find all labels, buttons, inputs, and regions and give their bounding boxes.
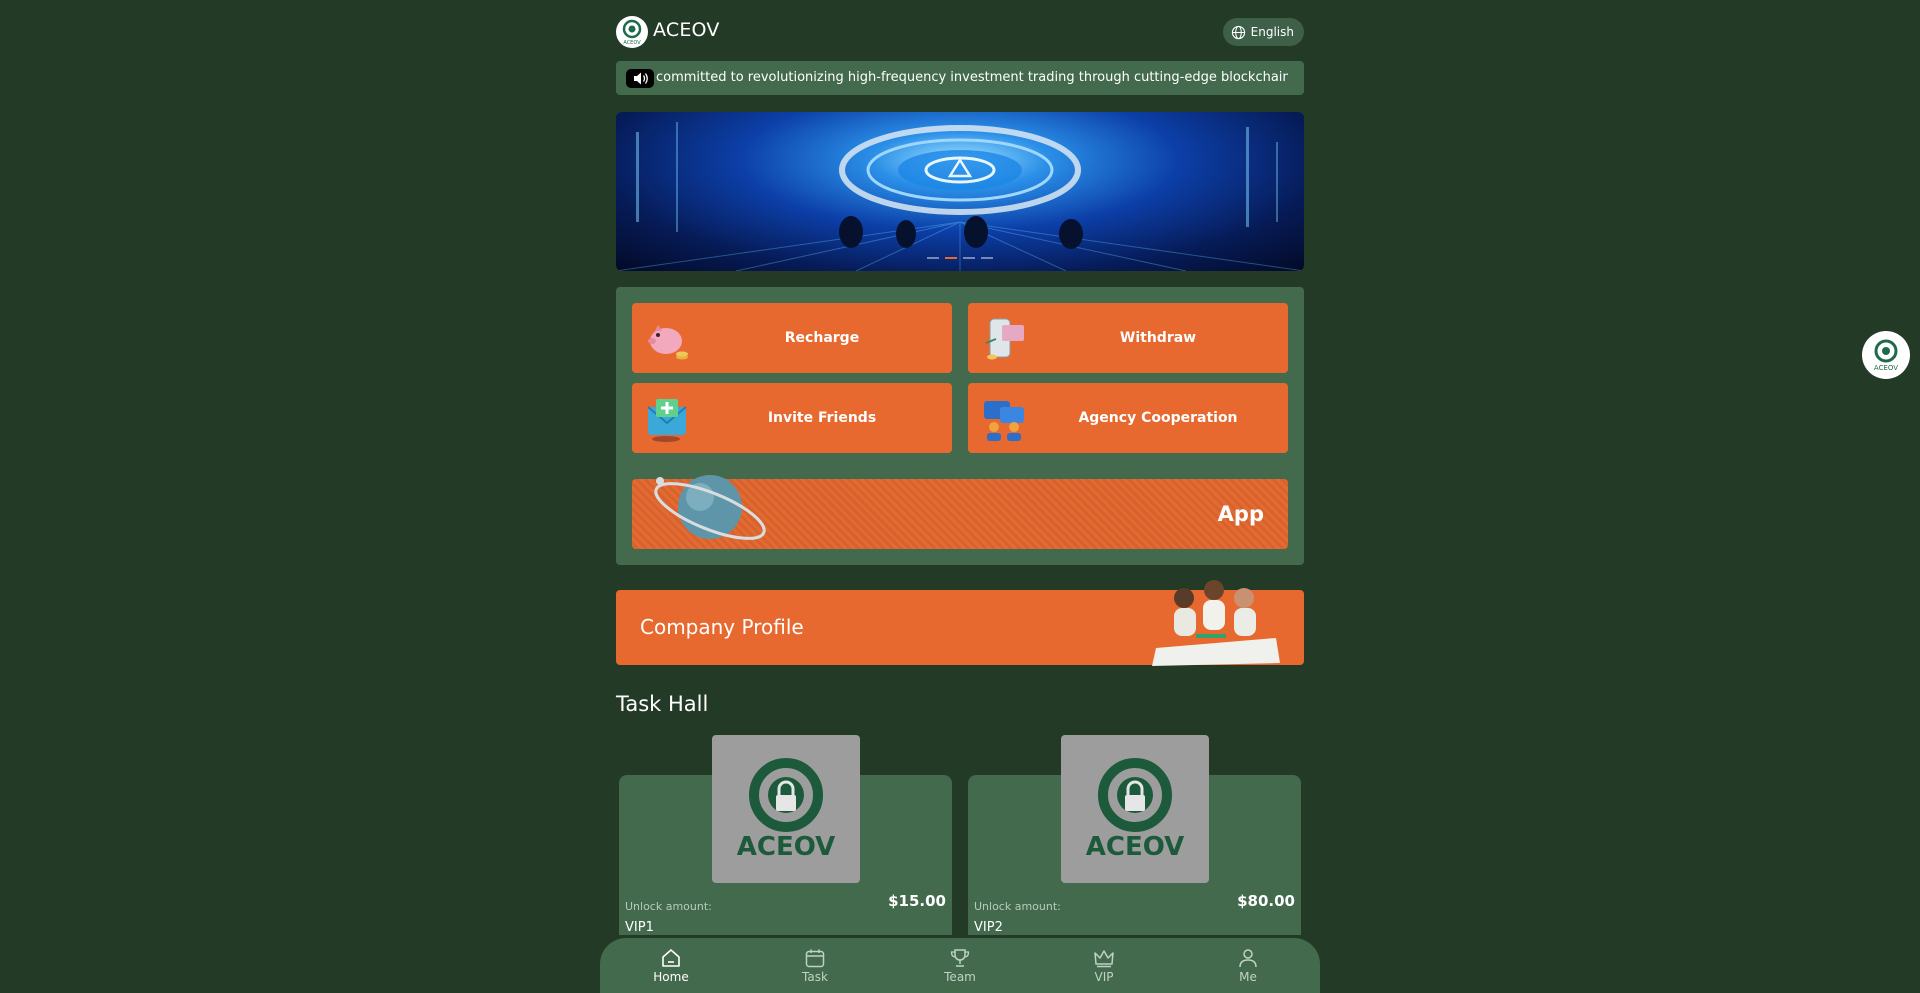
task-hall-title: Task Hall [616,692,709,716]
locked-task-image: ACEOV [712,735,860,883]
globe-icon [1231,25,1245,39]
team-illustration-icon [1152,580,1280,666]
nav-me[interactable]: Me [1208,948,1288,984]
task-card-vip2[interactable]: ACEOV $80.00 Unlock amount: VIP2 [968,735,1301,935]
app-download-button[interactable]: App [632,475,1288,549]
withdraw-button[interactable]: Withdraw [968,303,1288,373]
logo-icon[interactable]: ACEOV [616,16,648,48]
nav-vip[interactable]: VIP [1064,948,1144,984]
brand-name: ACEOV [653,19,720,41]
trophy-icon [950,949,970,967]
banner-dot[interactable] [927,257,939,259]
company-profile-title: Company Profile [640,615,804,639]
nav-task[interactable]: Task [775,948,855,984]
invite-friends-button[interactable]: Invite Friends [632,383,952,453]
nav-vip-label: VIP [1094,970,1114,984]
piggy-bank-icon [648,325,688,360]
card-brand: ACEOV [737,832,836,862]
logo-text: ACEOV [623,40,641,46]
language-button[interactable]: English [1222,18,1304,46]
nav-me-label: Me [1239,970,1257,984]
company-profile-banner[interactable]: Company Profile [616,580,1304,666]
nav-team-label: Team [944,970,976,984]
notice-marquee: committed to revolutionizing high-freque… [616,61,1304,95]
card-brand: ACEOV [1086,832,1185,862]
unlock-price: $15.00 [888,892,946,910]
top-header: ACEOV ACEOV English [616,16,1304,48]
banner-dot[interactable] [963,257,975,259]
withdraw-label: Withdraw [1119,330,1197,346]
actions-panel: Recharge Withdraw Invite Friends Agency … [616,287,1304,565]
floating-service-icon[interactable]: ACEOV [1862,331,1910,379]
banner-pagination [616,257,1304,259]
agency-cooperation-button[interactable]: Agency Cooperation [968,383,1288,453]
planet-icon [654,475,766,540]
agency-cooperation-label: Agency Cooperation [1078,410,1238,426]
user-icon [1239,949,1257,968]
invite-envelope-icon [647,399,687,442]
banner-dot[interactable] [945,257,957,259]
task-card-vip1[interactable]: ACEOV $15.00 Unlock amount: VIP1 [619,735,952,935]
banner-art [616,122,1304,271]
hero-banner[interactable] [616,112,1304,271]
unlock-amount-label: Unlock amount: [974,900,1061,913]
floating-logo-text: ACEOV [1874,364,1898,372]
nav-home[interactable]: Home [631,948,711,984]
bottom-nav: Home Task Team VIP Me [600,938,1320,993]
vip-level: VIP2 [974,920,1003,935]
language-label: English [1250,25,1294,39]
locked-task-image: ACEOV [1061,735,1209,883]
page: ACEOV ACEOV English committed to revolut… [0,0,1920,993]
nav-home-label: Home [653,970,689,984]
invite-friends-label: Invite Friends [767,410,877,426]
vip-level: VIP1 [625,920,654,935]
agency-people-icon [984,401,1024,441]
app-label: App [1217,502,1264,526]
phone-withdraw-icon [985,318,1024,360]
banner-dot[interactable] [981,257,993,259]
recharge-button[interactable]: Recharge [632,303,952,373]
home-icon [662,949,680,967]
unlock-amount-label: Unlock amount: [625,900,712,913]
nav-task-label: Task [802,970,828,984]
calendar-icon [805,949,825,968]
speaker-icon[interactable] [626,69,654,88]
notice-text: committed to revolutionizing high-freque… [656,70,1288,85]
recharge-label: Recharge [784,330,860,346]
unlock-price: $80.00 [1237,892,1295,910]
crown-icon [1094,950,1114,968]
nav-team[interactable]: Team [920,948,1000,984]
